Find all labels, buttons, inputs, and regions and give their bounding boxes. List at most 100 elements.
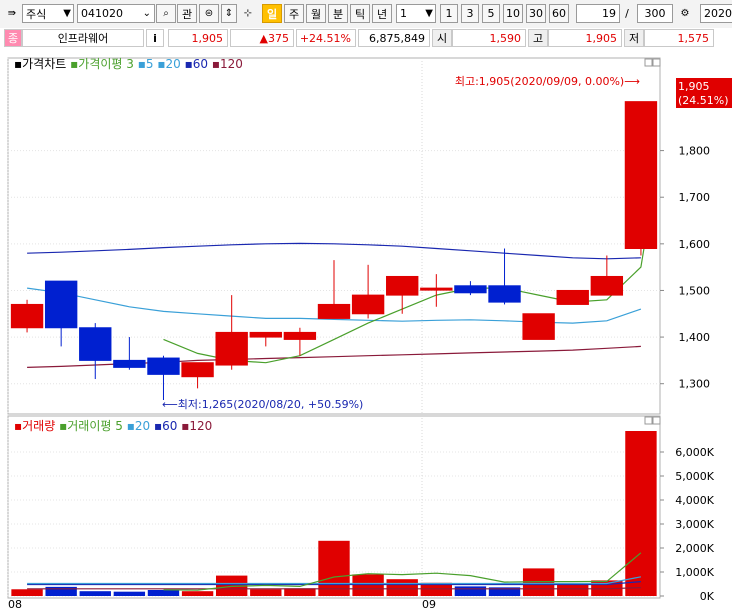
candle-body <box>624 101 658 249</box>
quick-interval-2[interactable]: 5 <box>482 4 500 23</box>
total-input[interactable]: 300 <box>637 4 673 23</box>
volume-bar <box>79 591 111 596</box>
volume-axis-label: 3,000K <box>675 518 714 531</box>
period-tab-0[interactable]: 일 <box>262 4 282 23</box>
price-axis-label: 1,300 <box>679 378 711 391</box>
open-label: 시 <box>432 29 452 47</box>
maximize-icon[interactable] <box>652 416 661 425</box>
settings-icon[interactable]: ⚙ <box>675 4 695 23</box>
volume-axis-label: 1,000K <box>675 566 714 579</box>
chevron-down-icon: ⌄ <box>142 7 151 19</box>
interval-select[interactable]: 1 ▼ <box>396 4 436 23</box>
period-tab-4[interactable]: 틱 <box>350 4 370 23</box>
volume-axis-label: 5,000K <box>675 470 714 483</box>
info-button[interactable]: i <box>146 29 164 47</box>
candle-body <box>556 289 589 305</box>
quick-interval-3[interactable]: 10 <box>503 4 523 23</box>
period-tab-3[interactable]: 분 <box>328 4 348 23</box>
volume-bar <box>147 590 180 596</box>
volume-bar <box>11 589 43 596</box>
maximize-icon[interactable] <box>652 58 661 67</box>
quick-interval-4[interactable]: 30 <box>526 4 546 23</box>
candle-body <box>454 285 487 294</box>
pin-icon[interactable]: ⊹ <box>238 4 258 23</box>
candle-body <box>386 275 419 296</box>
volume-axis-label: 2,000K <box>675 542 714 555</box>
low-label: 저 <box>624 29 644 47</box>
candle-body <box>522 313 555 340</box>
price-axis-label: 1,600 <box>679 238 711 251</box>
volume-bar <box>250 589 282 596</box>
candle-body <box>181 362 214 378</box>
minimize-icon[interactable] <box>644 58 653 67</box>
candle-body <box>113 359 146 368</box>
candle-body <box>283 331 317 340</box>
volume-axis-label: 0K <box>700 590 715 603</box>
price-axis-label: 1,400 <box>679 331 711 344</box>
candle-body <box>215 331 248 366</box>
volume-legend: ▪거래량 ▪거래이평 5 ▪20 ▪60 ▪120 <box>14 419 212 433</box>
volume-bar <box>454 586 487 596</box>
candle-body <box>147 357 180 375</box>
count-value: 19 <box>602 7 616 20</box>
volume-bar <box>352 574 384 596</box>
volume-bar <box>386 579 418 596</box>
x-label-09: 09 <box>422 598 436 611</box>
period-tab-2[interactable]: 월 <box>306 4 326 23</box>
chevron-down-icon: ▼ <box>63 7 71 19</box>
candle-body <box>10 303 44 329</box>
x-label-08: 08 <box>8 598 22 611</box>
period-tab-5[interactable]: 년 <box>372 4 392 23</box>
date-value: 2020/ <box>704 7 732 20</box>
volume-bar <box>557 584 589 596</box>
total-value: 300 <box>644 7 666 20</box>
rate-value: +24.51% <box>296 29 356 47</box>
link-button[interactable]: ⊜ <box>199 4 219 23</box>
stock-name[interactable]: 인프라웨어 <box>22 29 144 47</box>
price-axis-label: 1,800 <box>679 145 711 158</box>
interval-value: 1 <box>400 7 407 20</box>
volume-value: 6,875,849 <box>358 29 430 47</box>
market-value: 주식 <box>26 7 47 21</box>
current-price-label: 1,905 <box>678 80 710 93</box>
up-down-icon: ⇕ <box>224 7 234 19</box>
price-legend: ▪가격차트 ▪가격이평 3 ▪5 ▪20 ▪60 ▪120 <box>14 57 243 71</box>
stepper-button[interactable]: ⇕ <box>221 4 237 23</box>
date-input[interactable]: 2020/ <box>700 4 732 23</box>
link-icon: ⊜ <box>204 7 214 19</box>
volume-axis-label: 6,000K <box>675 446 714 459</box>
low-value: 1,575 <box>644 29 714 47</box>
candle-body <box>79 327 112 361</box>
min-price-note: ⟵최저:1,265(2020/08/20, +50.59%) <box>162 398 363 411</box>
search-icon: ⌕ <box>163 7 169 19</box>
max-price-note: 최고:1,905(2020/09/09, 0.00%)⟶ <box>455 75 640 88</box>
minimize-icon[interactable] <box>644 416 653 425</box>
volume-bar <box>318 540 350 596</box>
current-rate-label: (24.51%) <box>678 94 729 107</box>
price-axis-label: 1,500 <box>679 284 711 297</box>
candle-body <box>590 275 624 296</box>
badge: 종 <box>4 29 22 47</box>
count-input[interactable]: 19 <box>576 4 620 23</box>
volume-bar <box>113 591 146 596</box>
swap-icon[interactable]: ⇛ <box>2 4 22 23</box>
search-button[interactable]: ⌕ <box>156 4 176 23</box>
market-select[interactable]: 주식 ▼ <box>22 4 74 23</box>
open-value: 1,590 <box>452 29 526 47</box>
gwan-button[interactable]: 관 <box>177 4 197 23</box>
chart-toolbar: ⇛ 주식 ▼ 041020 ⌄ ⌕ 관 ⊜ ⇕ ⊹ 일주월분틱년 1 ▼ 1 3 5 10 3… <box>0 0 732 29</box>
stock-chart[interactable]: 1,800 1,700 1,600 1,500 1,400 1,300 6,000K 5,00… <box>0 48 732 611</box>
price-axis-label: 1,700 <box>679 191 711 204</box>
code-input[interactable]: 041020 ⌄ <box>77 4 155 23</box>
candle-body <box>351 294 385 315</box>
chevron-down-icon: ▼ <box>425 7 433 19</box>
candle-body <box>420 287 453 291</box>
stock-info-bar: 종 인프라웨어 i 1,905 ▲375 +24.51% 6,875,849 시… <box>0 28 732 49</box>
quick-interval-0[interactable]: 1 <box>440 4 458 23</box>
quick-interval-5[interactable]: 60 <box>549 4 569 23</box>
period-tab-1[interactable]: 주 <box>284 4 304 23</box>
candle-body <box>488 285 521 303</box>
quick-interval-1[interactable]: 3 <box>461 4 479 23</box>
count-separator: / <box>625 7 629 20</box>
candle-body <box>249 331 282 338</box>
